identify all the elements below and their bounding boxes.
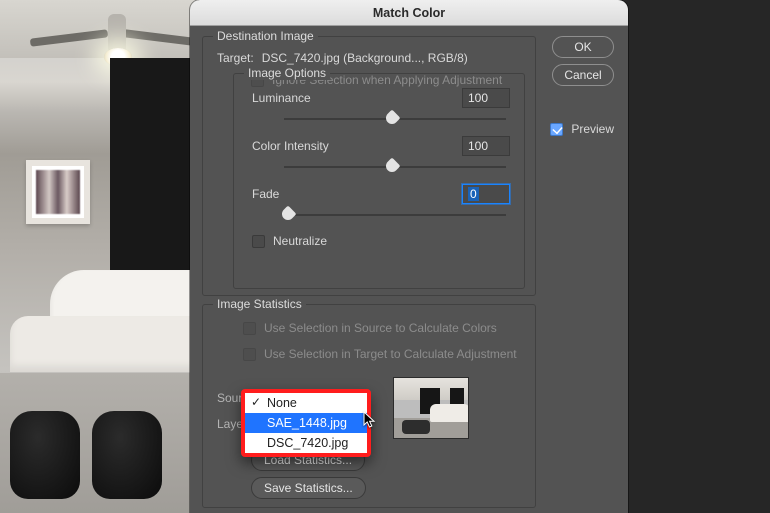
- match-color-dialog: Match Color OK Cancel Preview Destinatio…: [190, 0, 628, 513]
- use-source-label: Use Selection in Source to Calculate Col…: [264, 321, 497, 335]
- preview-checkbox[interactable]: [550, 123, 563, 136]
- background-image: [0, 0, 198, 513]
- neutralize-checkbox[interactable]: [252, 235, 265, 248]
- ok-button[interactable]: OK: [552, 36, 614, 58]
- dialog-title: Match Color: [190, 0, 628, 26]
- target-value: DSC_7420.jpg (Background..., RGB/8): [262, 51, 468, 65]
- source-dropdown[interactable]: None SAE_1448.jpg DSC_7420.jpg: [241, 389, 371, 457]
- use-target-checkbox: [243, 348, 256, 361]
- destination-title: Destination Image: [213, 29, 318, 43]
- target-label: Target:: [217, 51, 254, 65]
- color-intensity-field[interactable]: 100: [462, 136, 510, 156]
- luminance-label: Luminance: [252, 91, 311, 105]
- fade-field[interactable]: 0: [462, 184, 510, 204]
- neutralize-label: Neutralize: [273, 234, 327, 248]
- statistics-panel: Image Statistics Use Selection in Source…: [202, 304, 536, 508]
- source-option-none[interactable]: None: [245, 393, 367, 413]
- luminance-slider[interactable]: [284, 112, 506, 126]
- statistics-title: Image Statistics: [213, 297, 306, 311]
- save-statistics-button[interactable]: Save Statistics...: [251, 477, 366, 499]
- source-thumbnail: [393, 377, 469, 439]
- color-intensity-label: Color Intensity: [252, 139, 329, 153]
- fade-label: Fade: [252, 187, 279, 201]
- destination-panel: Destination Image Target: DSC_7420.jpg (…: [202, 36, 536, 296]
- layer-label: Laye: [217, 417, 243, 431]
- app-background: [680, 0, 770, 513]
- fade-slider[interactable]: [284, 208, 506, 222]
- source-option-dsc7420[interactable]: DSC_7420.jpg: [245, 433, 367, 453]
- image-options-title: Image Options: [244, 66, 330, 80]
- cursor-icon: [363, 411, 377, 432]
- image-options-panel: Image Options Luminance 100 Color Intens…: [233, 73, 525, 289]
- cancel-button[interactable]: Cancel: [552, 64, 614, 86]
- use-source-checkbox: [243, 322, 256, 335]
- preview-label: Preview: [571, 122, 614, 136]
- preview-row: Preview: [550, 122, 614, 136]
- source-option-sae1448[interactable]: SAE_1448.jpg: [245, 413, 367, 433]
- luminance-field[interactable]: 100: [462, 88, 510, 108]
- use-target-label: Use Selection in Target to Calculate Adj…: [264, 347, 517, 361]
- color-intensity-slider[interactable]: [284, 160, 506, 174]
